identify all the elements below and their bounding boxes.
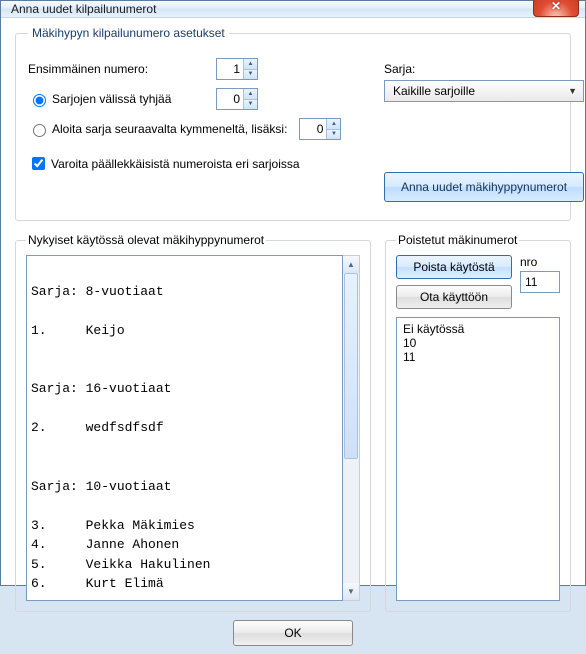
dialog-body: Mäkihypyn kilpailunumero asetukset Ensim…	[1, 18, 585, 654]
nextten-radio-label[interactable]: Aloita sarja seuraavalta kymmeneltä, lis…	[28, 121, 287, 137]
first-number-spinner[interactable]: ▲ ▼	[216, 58, 258, 80]
ok-button[interactable]: OK	[233, 620, 353, 646]
nro-block: nro	[520, 255, 560, 293]
scroll-down-icon[interactable]: ▼	[343, 583, 359, 600]
scroll-thumb[interactable]	[344, 273, 358, 459]
ok-bar: OK	[15, 612, 571, 646]
assign-button-wrap: Anna uudet mäkihyppynumerot	[384, 172, 584, 202]
spin-up-icon[interactable]: ▲	[243, 89, 257, 100]
gap-input[interactable]	[217, 89, 243, 109]
settings-group: Mäkihypyn kilpailunumero asetukset Ensim…	[15, 26, 571, 221]
nextten-input[interactable]	[300, 119, 326, 139]
restore-button[interactable]: Ota käyttöön	[396, 285, 512, 309]
settings-legend: Mäkihypyn kilpailunumero asetukset	[28, 26, 229, 40]
remove-button-label: Poista käytöstä	[413, 260, 494, 274]
close-button[interactable]: ✕	[533, 0, 579, 17]
spin-down-icon[interactable]: ▼	[243, 100, 257, 110]
settings-inner: Ensimmäinen numero: ▲ ▼	[28, 58, 558, 208]
close-icon: ✕	[551, 0, 561, 13]
spin-down-icon[interactable]: ▼	[326, 130, 340, 140]
ok-button-label: OK	[284, 626, 301, 640]
lower-area: Nykyiset käytössä olevat mäkihyppynumero…	[15, 233, 571, 612]
removed-legend: Poistetut mäkinumerot	[396, 233, 519, 247]
removed-controls: Poista käytöstä Ota käyttöön nro	[396, 255, 560, 309]
assign-numbers-button[interactable]: Anna uudet mäkihyppynumerot	[384, 172, 584, 202]
sarja-block: Sarja: Kaikille sarjoille ▼	[384, 62, 584, 102]
nextten-label-text: Aloita sarja seuraavalta kymmeneltä, lis…	[52, 122, 287, 136]
list-item[interactable]: 10	[403, 336, 553, 350]
current-numbers-group: Nykyiset käytössä olevat mäkihyppynumero…	[15, 233, 371, 612]
first-number-input[interactable]	[217, 59, 243, 79]
dialog-window: Anna uudet kilpailunumerot ✕ Mäkihypyn k…	[0, 0, 586, 586]
gap-spinner[interactable]: ▲ ▼	[216, 88, 258, 110]
scrollbar[interactable]: ▲ ▼	[343, 255, 360, 601]
sarja-combobox[interactable]: Kaikille sarjoille ▼	[384, 80, 584, 102]
titlebar: Anna uudet kilpailunumerot ✕	[1, 1, 585, 18]
sarja-label: Sarja:	[384, 62, 415, 76]
warn-label-text: Varoita päällekkäisistä numeroista eri s…	[51, 157, 300, 171]
sarja-value: Kaikille sarjoille	[393, 84, 475, 98]
warn-checkbox[interactable]	[32, 157, 45, 170]
current-legend: Nykyiset käytössä olevat mäkihyppynumero…	[26, 233, 266, 247]
list-item[interactable]: 11	[403, 350, 553, 364]
gap-radio[interactable]	[33, 94, 46, 107]
nro-input[interactable]	[520, 271, 560, 293]
current-numbers-listing[interactable]: Sarja: 8-vuotiaat 1. Keijo Sarja: 16-vuo…	[26, 255, 343, 601]
restore-button-label: Ota käyttöön	[420, 290, 488, 304]
warn-check-label[interactable]: Varoita päällekkäisistä numeroista eri s…	[28, 154, 300, 173]
window-title: Anna uudet kilpailunumerot	[11, 2, 156, 16]
assign-button-label: Anna uudet mäkihyppynumerot	[401, 180, 567, 194]
nextten-spinner[interactable]: ▲ ▼	[299, 118, 341, 140]
remove-button[interactable]: Poista käytöstä	[396, 255, 512, 279]
gap-label-text: Sarjojen välissä tyhjää	[52, 92, 171, 106]
nextten-radio[interactable]	[33, 124, 46, 137]
first-number-label: Ensimmäinen numero:	[28, 62, 148, 76]
nro-label: nro	[520, 255, 537, 269]
nextten-row: Aloita sarja seuraavalta kymmeneltä, lis…	[28, 118, 558, 140]
spin-up-icon[interactable]: ▲	[243, 59, 257, 70]
removed-numbers-group: Poistetut mäkinumerot Poista käytöstä Ot…	[385, 233, 571, 612]
removed-list[interactable]: Ei käytössä 10 11	[396, 317, 560, 601]
spin-up-icon[interactable]: ▲	[326, 119, 340, 130]
listing-wrap: Sarja: 8-vuotiaat 1. Keijo Sarja: 16-vuo…	[26, 255, 360, 601]
gap-radio-label[interactable]: Sarjojen välissä tyhjää	[28, 91, 171, 107]
removed-list-header: Ei käytössä	[403, 322, 553, 336]
scroll-track[interactable]	[343, 273, 359, 583]
warn-row: Varoita päällekkäisistä numeroista eri s…	[28, 154, 558, 173]
spin-down-icon[interactable]: ▼	[243, 70, 257, 80]
scroll-up-icon[interactable]: ▲	[343, 256, 359, 273]
chevron-down-icon: ▼	[568, 86, 577, 96]
